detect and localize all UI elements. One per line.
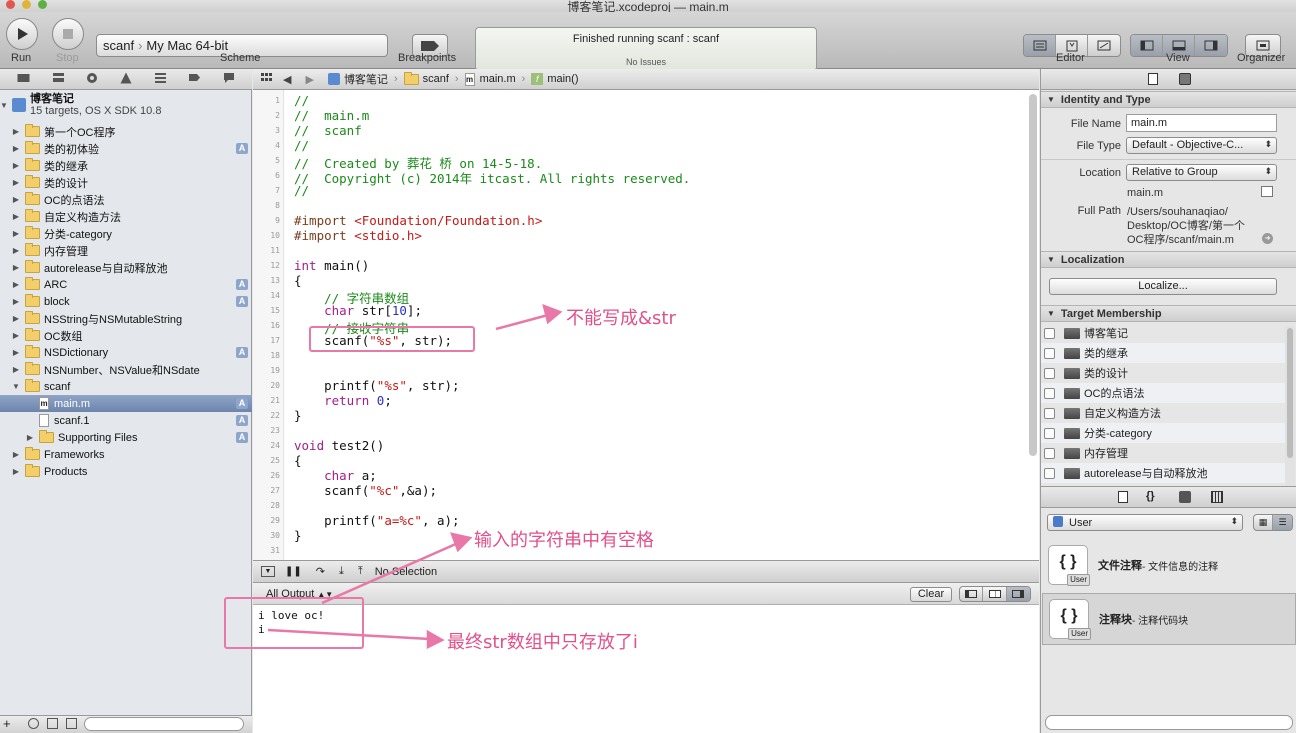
annotation-arrow <box>267 628 431 641</box>
annotation-arrows <box>267 303 563 650</box>
annotation-text: 最终str数组中只存放了i <box>447 632 638 653</box>
arrowhead-icon <box>542 303 563 325</box>
annotation-text: 输入的字符串中有空格 <box>474 530 654 551</box>
annotation-arrow <box>495 313 549 331</box>
xcode-window: { "window": {"title": "博客笔记.xcodeproj — … <box>0 0 1296 733</box>
arrowhead-icon <box>450 532 473 553</box>
annotation-arrow <box>321 541 459 605</box>
annotation-text: 不能写成&str <box>566 308 676 329</box>
arrowhead-icon <box>426 629 445 650</box>
